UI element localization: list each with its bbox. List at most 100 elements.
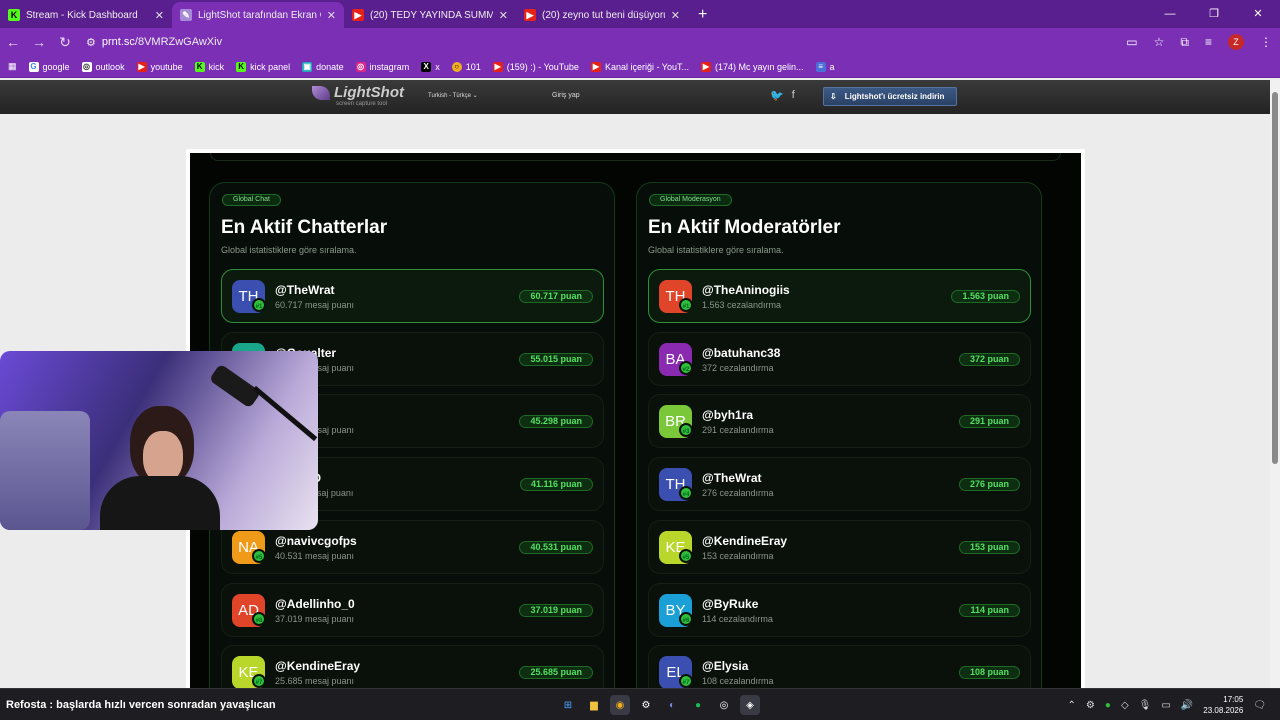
username: @KendineEray <box>702 533 788 548</box>
username: @byh1ra <box>702 408 754 423</box>
language-select[interactable]: Turkish - Türkçe ⌄ <box>428 92 478 99</box>
app-tray-icon[interactable]: ◇ <box>1121 700 1129 711</box>
username: @ByRuke <box>702 596 759 611</box>
score-badge: 153 puan <box>958 540 1020 554</box>
score-badge: 372 puan <box>958 352 1020 366</box>
reload-icon[interactable]: ↻ <box>52 34 78 51</box>
volume-icon[interactable]: 🔊 <box>1181 700 1193 711</box>
steam-tray-icon[interactable]: ⚙ <box>1086 700 1095 711</box>
windows-start-icon[interactable]: ⊞ <box>558 695 578 715</box>
close-tab-icon[interactable]: ✕ <box>499 9 508 22</box>
user-meta: 40.531 mesaj puanı <box>275 550 355 561</box>
kick-app-icon[interactable]: ◈ <box>740 695 760 715</box>
username: @TheWrat <box>702 471 762 486</box>
leaderboard-row[interactable]: TH #1 @TheAninogiis 1.563 cezalandırma 1.563… <box>648 269 1031 323</box>
url-field[interactable]: ⚙ prnt.sc/8VMRZwGAwXiv <box>86 31 1106 53</box>
tab-title: LightShot tarafından Ekran Görü <box>198 9 321 21</box>
extensions-icon[interactable]: ⧉ <box>1180 35 1189 50</box>
bookmark-a[interactable]: ≡ a <box>815 61 835 72</box>
mic-icon[interactable]: 🎙 <box>1139 700 1152 711</box>
bookmark-donate[interactable]: ▣ donate <box>302 61 344 72</box>
leaderboard-row[interactable]: TH #1 @TheWrat 60.717 mesaj puanı 60.717 pua… <box>221 269 604 323</box>
score-badge: 60.717 puan <box>519 290 593 303</box>
username: @batuhanc38 <box>702 345 781 360</box>
panel-subtitle: Global istatistiklere göre sıralama. <box>221 245 357 255</box>
rank-badge: #8 <box>252 611 266 626</box>
bookmark-google[interactable]: Ggoogle <box>28 61 70 72</box>
file-explorer-icon[interactable]: ▆ <box>584 695 604 715</box>
login-link[interactable]: Giriş yap <box>552 92 580 99</box>
forward-arrow-icon[interactable]: → <box>26 34 52 50</box>
kick-icon: K <box>194 61 205 72</box>
bookmark-kanal[interactable]: ▶ Kanal içeriği - YouT... <box>590 61 689 72</box>
back-arrow-icon[interactable]: ← <box>0 34 26 50</box>
menu-kebab-icon[interactable]: ⋮ <box>1260 35 1272 49</box>
bookmark-outlook[interactable]: ◎ outlook <box>81 61 125 72</box>
username: @TheWrat <box>275 283 335 297</box>
site-info-icon[interactable]: ⚙ <box>86 36 96 49</box>
panel-title: En Aktif Moderatörler <box>648 217 841 238</box>
media-icon[interactable]: ≡ <box>1205 35 1212 49</box>
cast-icon[interactable]: ▭ <box>1126 35 1137 49</box>
leaderboard-row[interactable]: BY #6 @ByRuke 114 cezalandırma 114 puan <box>648 582 1031 637</box>
close-tab-icon[interactable]: ✕ <box>155 9 164 22</box>
new-tab-button[interactable]: + <box>688 2 717 28</box>
obs-icon[interactable]: ◎ <box>714 695 734 715</box>
url-host: prnt.sc <box>101 36 135 48</box>
tab-lightshot[interactable]: ✎ LightShot tarafından Ekran Görü ✕ <box>172 2 344 28</box>
leaderboard-row[interactable]: AD #8 @Adellinho_0 37.019 mesaj puanı 37.019… <box>221 582 604 637</box>
username: @Elysia <box>702 659 749 674</box>
status-dot-icon[interactable]: ● <box>1105 700 1111 711</box>
close-tab-icon[interactable]: ✕ <box>327 9 336 22</box>
moderators-panel: Global Moderasyon En Aktif Moderatörler … <box>636 182 1042 688</box>
kick-icon: K <box>8 9 20 21</box>
leaderboard-row[interactable]: KE #7 @KendineEray 25.685 mesaj puanı 25.685… <box>221 645 604 688</box>
steam-icon[interactable]: ⚙ <box>636 695 656 715</box>
bookmark-youtube-174[interactable]: ▶ (174) Mc yayın gelin... <box>701 61 804 72</box>
bookmark-kick[interactable]: Kkick <box>194 61 224 72</box>
network-icon[interactable]: ▭ <box>1161 700 1170 711</box>
user-meta: 1.563 cezalandırma <box>702 300 782 310</box>
facebook-icon[interactable]: f <box>792 89 795 102</box>
youtube-icon: ▶ <box>492 61 503 72</box>
tray-chevron-icon[interactable]: ⌃ <box>1068 700 1076 711</box>
chrome-icon[interactable]: ◉ <box>610 695 630 715</box>
close-tab-icon[interactable]: ✕ <box>671 9 680 22</box>
leaderboard-row[interactable]: BR #3 @byh1ra 291 cezalandırma 291 puan <box>648 394 1031 449</box>
tab-youtube-1[interactable]: ▶ (20) TEDY YAYINDA SUMMER D ✕ <box>344 2 516 28</box>
spotify-icon[interactable]: ● <box>688 695 708 715</box>
user-meta: 276 cezalandırma <box>702 488 774 499</box>
bookmark-star-icon[interactable]: ☆ <box>1154 35 1165 49</box>
scrollbar-thumb[interactable] <box>1272 92 1278 464</box>
page-scrollbar[interactable] <box>1270 80 1280 688</box>
apps-grid-icon[interactable]: ▦ <box>8 61 17 72</box>
clock[interactable]: 17:05 23.08.2026 <box>1203 694 1243 716</box>
lightshot-logo[interactable]: LightShot screen capture tool <box>312 84 404 107</box>
lightshot-icon: ✎ <box>180 9 192 21</box>
maximize-icon[interactable]: ❐ <box>1192 0 1236 28</box>
bookmark-kick-panel[interactable]: Kkick panel <box>236 61 290 72</box>
google-icon: G <box>28 61 39 72</box>
score-badge: 55.015 puan <box>519 352 593 366</box>
leaderboard-row[interactable]: BA #2 @batuhanc38 372 cezalandırma 372 puan <box>648 331 1031 386</box>
bookmark-youtube-159[interactable]: ▶ (159) :) - YouTube <box>492 61 579 72</box>
minimize-icon[interactable]: — <box>1148 0 1192 28</box>
bookmark-youtube[interactable]: ▶ youtube <box>136 61 183 72</box>
bookmark-101[interactable]: ○ 101 <box>451 61 481 72</box>
bookmark-x[interactable]: Xx <box>421 61 440 72</box>
tab-youtube-2[interactable]: ▶ (20) zeyno tut beni düşüyorum ✕ <box>516 2 688 28</box>
bookmark-instagram[interactable]: ◎ instagram <box>355 61 409 72</box>
score-badge: 1.563 puan <box>951 290 1020 303</box>
discord-icon[interactable]: ◐ <box>662 695 682 715</box>
leaderboard-row[interactable]: EL #7 @Elysia 108 cezalandırma 108 puan <box>648 645 1031 688</box>
notification-icon[interactable]: 🗨 <box>1253 700 1266 711</box>
tab-kick-dashboard[interactable]: K Stream - Kick Dashboard ✕ <box>0 2 172 28</box>
leaderboard-row[interactable]: KE #5 @KendineEray 153 cezalandırma 153 puan <box>648 519 1031 574</box>
profile-avatar[interactable]: Z <box>1228 34 1244 50</box>
close-window-icon[interactable]: ✕ <box>1236 0 1280 28</box>
user-meta: 108 cezalandırma <box>702 676 774 687</box>
leaderboard-row[interactable]: TH #4 @TheWrat 276 cezalandırma 276 puan <box>648 457 1031 512</box>
download-button[interactable]: ⇩ Lightshot'ı ücretsiz indirin <box>823 87 957 106</box>
page-icon: ≡ <box>815 61 826 72</box>
twitter-icon[interactable]: 🐦 <box>770 89 784 102</box>
